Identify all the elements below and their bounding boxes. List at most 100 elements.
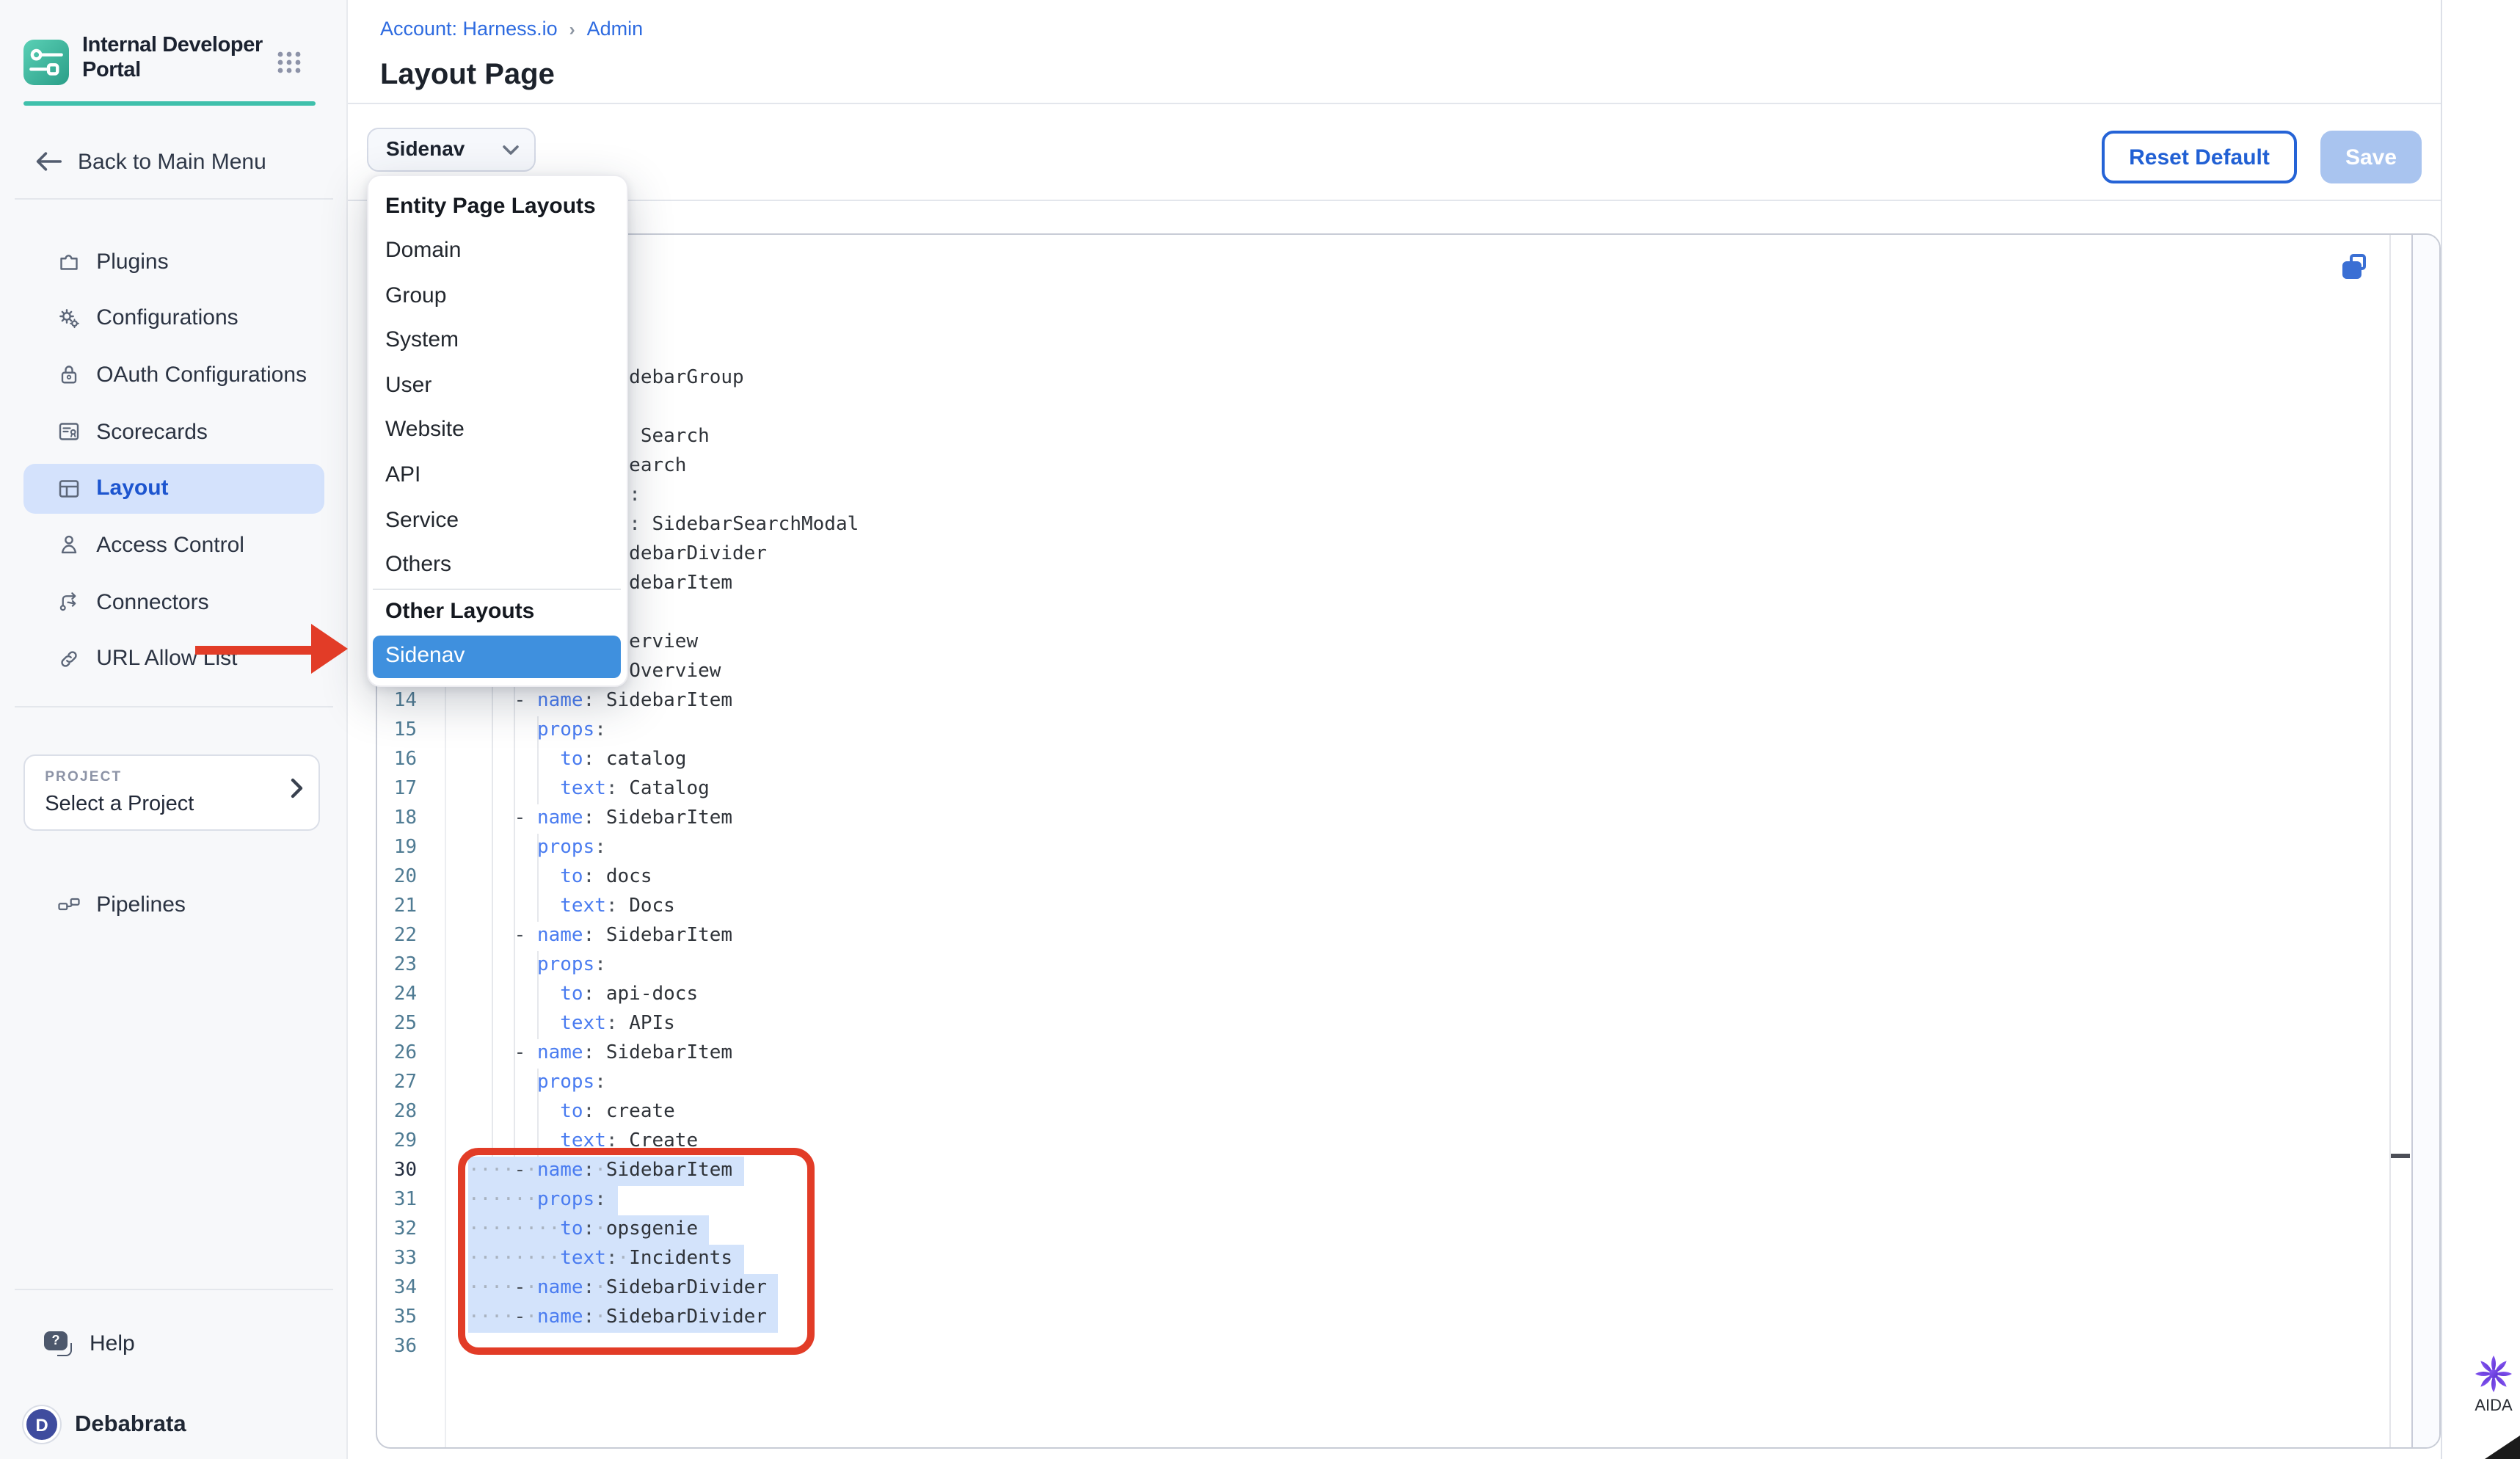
- back-to-main-menu[interactable]: Back to Main Menu: [35, 144, 329, 179]
- breadcrumb-chevron-icon: ›: [569, 18, 575, 39]
- code-line[interactable]: 2 children:: [377, 335, 2439, 365]
- menu-item-user[interactable]: User: [368, 364, 626, 409]
- toolbar-divider: [348, 199, 2440, 200]
- code-line[interactable]: 15 props:: [377, 717, 2439, 746]
- line-text: - name: SidebarItem: [468, 1040, 732, 1069]
- code-line[interactable]: 26 - name: SidebarItem: [377, 1040, 2439, 1069]
- code-line[interactable]: 23 props:: [377, 952, 2439, 981]
- code-line[interactable]: 21 text: Docs: [377, 893, 2439, 923]
- code-line[interactable]: 16 to: catalog: [377, 746, 2439, 776]
- code-line[interactable]: 7 children:: [377, 482, 2439, 512]
- menu-item-service[interactable]: Service: [368, 498, 626, 543]
- code-line[interactable]: 17 text: Catalog: [377, 776, 2439, 805]
- nav-item-label: Connectors: [96, 589, 208, 614]
- code-line[interactable]: 10 - name: SidebarItem: [377, 570, 2439, 600]
- line-number: 16: [377, 746, 417, 776]
- user-menu[interactable]: D Debabrata: [23, 1406, 186, 1443]
- menu-item-api[interactable]: API: [368, 454, 626, 498]
- line-text: props:: [468, 1069, 606, 1099]
- mouse-cursor: [2485, 1436, 2520, 1459]
- code-line[interactable]: 22 - name: SidebarItem: [377, 923, 2439, 952]
- code-line[interactable]: 12 to: overview: [377, 629, 2439, 658]
- code-line[interactable]: 3 - name: SidebarGroup: [377, 365, 2439, 394]
- code-line[interactable]: 6 to: /search: [377, 453, 2439, 482]
- reset-default-button[interactable]: Reset Default: [2102, 131, 2297, 183]
- menu-item-others[interactable]: Others: [368, 544, 626, 589]
- menu-item-sidenav[interactable]: Sidenav: [373, 636, 621, 678]
- line-number: 29: [377, 1128, 417, 1157]
- line-text: props:: [468, 717, 606, 746]
- line-number: 26: [377, 1040, 417, 1069]
- code-line[interactable]: 24 to: api-docs: [377, 981, 2439, 1011]
- sidebar-item-layout[interactable]: Layout: [23, 464, 324, 514]
- help-icon: ?: [44, 1331, 72, 1356]
- line-number: 20: [377, 864, 417, 893]
- code-line[interactable]: 27 props:: [377, 1069, 2439, 1099]
- save-button[interactable]: Save: [2320, 131, 2422, 183]
- person-icon: [55, 532, 81, 559]
- chevron-down-icon: [500, 138, 521, 161]
- line-text: to: create: [468, 1099, 675, 1128]
- line-text: props:: [468, 834, 606, 864]
- layout-type-select[interactable]: Sidenav: [367, 128, 536, 171]
- link-icon: [55, 646, 81, 672]
- menu-item-group[interactable]: Group: [368, 274, 626, 319]
- back-arrow-icon: [35, 151, 62, 172]
- code-line[interactable]: 4 props:: [377, 394, 2439, 423]
- sidebar-item-plugins[interactable]: Plugins: [23, 236, 324, 286]
- sidebar-item-connectors[interactable]: Connectors: [23, 577, 324, 627]
- code-line[interactable]: 5 label: Search: [377, 423, 2439, 453]
- help-button[interactable]: ? Help: [44, 1331, 135, 1356]
- code-line[interactable]: 14 - name: SidebarItem: [377, 688, 2439, 717]
- nav-item-label: Layout: [96, 476, 168, 501]
- back-label: Back to Main Menu: [78, 149, 266, 174]
- lock-icon: [55, 362, 81, 388]
- sidebar-item-scorecards[interactable]: Scorecards: [23, 407, 324, 456]
- line-text: props:: [468, 952, 606, 981]
- code-line[interactable]: 11 props:: [377, 600, 2439, 629]
- sidebar-divider: [15, 198, 333, 200]
- line-number: 34: [377, 1275, 417, 1304]
- menu-section-header: Other Layouts: [368, 590, 626, 635]
- code-line[interactable]: 1page:: [377, 306, 2439, 335]
- menu-item-system[interactable]: System: [368, 319, 626, 364]
- gears-icon: [55, 305, 81, 331]
- copy-icon[interactable]: [2342, 255, 2370, 283]
- editor-scrollbar[interactable]: [2411, 236, 2440, 1449]
- sidebar-item-configurations[interactable]: Configurations: [23, 293, 324, 343]
- code-line[interactable]: 18 - name: SidebarItem: [377, 805, 2439, 834]
- menu-item-website[interactable]: Website: [368, 409, 626, 454]
- code-line[interactable]: 25 text: APIs: [377, 1011, 2439, 1040]
- code-line[interactable]: 20 to: docs: [377, 864, 2439, 893]
- menu-item-domain[interactable]: Domain: [368, 229, 626, 274]
- menu-section-header: Entity Page Layouts: [368, 184, 626, 229]
- aida-assistant-button[interactable]: AIDA: [2466, 1353, 2520, 1415]
- project-value: Select a Project: [45, 793, 194, 816]
- line-number: 30: [377, 1157, 417, 1187]
- breadcrumb-admin-link[interactable]: Admin: [587, 18, 644, 40]
- page-title: Layout Page: [380, 59, 555, 92]
- line-text: to: catalog: [468, 746, 686, 776]
- sidebar-item-access-control[interactable]: Access Control: [23, 520, 324, 570]
- app-root: Internal Developer Portal Back to Main M…: [0, 0, 2520, 1459]
- code-line[interactable]: 8 - name: SidebarSearchModal: [377, 512, 2439, 541]
- code-line[interactable]: 19 props:: [377, 834, 2439, 864]
- project-selector[interactable]: PROJECT Select a Project: [23, 754, 319, 831]
- breadcrumb-account-link[interactable]: Account: Harness.io: [380, 18, 558, 40]
- line-number: 23: [377, 952, 417, 981]
- chevron-right-icon: [290, 778, 303, 798]
- code-line[interactable]: 28 to: create: [377, 1099, 2439, 1128]
- project-label: PROJECT: [45, 769, 122, 785]
- sidebar-item-pipelines[interactable]: Pipelines: [23, 879, 324, 929]
- line-text: to: api-docs: [468, 981, 698, 1011]
- sidebar-item-oauth-configurations[interactable]: OAuth Configurations: [23, 350, 324, 400]
- code-line[interactable]: 9 - name: SidebarDivider: [377, 541, 2439, 570]
- overview-ruler-divider: [2389, 236, 2390, 1449]
- app-grid-icon[interactable]: [277, 51, 301, 73]
- code-line[interactable]: 13 text: Overview: [377, 658, 2439, 688]
- line-text: - name: SidebarItem: [468, 805, 732, 834]
- plugin-icon: [55, 248, 81, 274]
- help-label: Help: [90, 1331, 135, 1356]
- nav-item-label: Scorecards: [96, 419, 208, 444]
- line-number: 33: [377, 1245, 417, 1275]
